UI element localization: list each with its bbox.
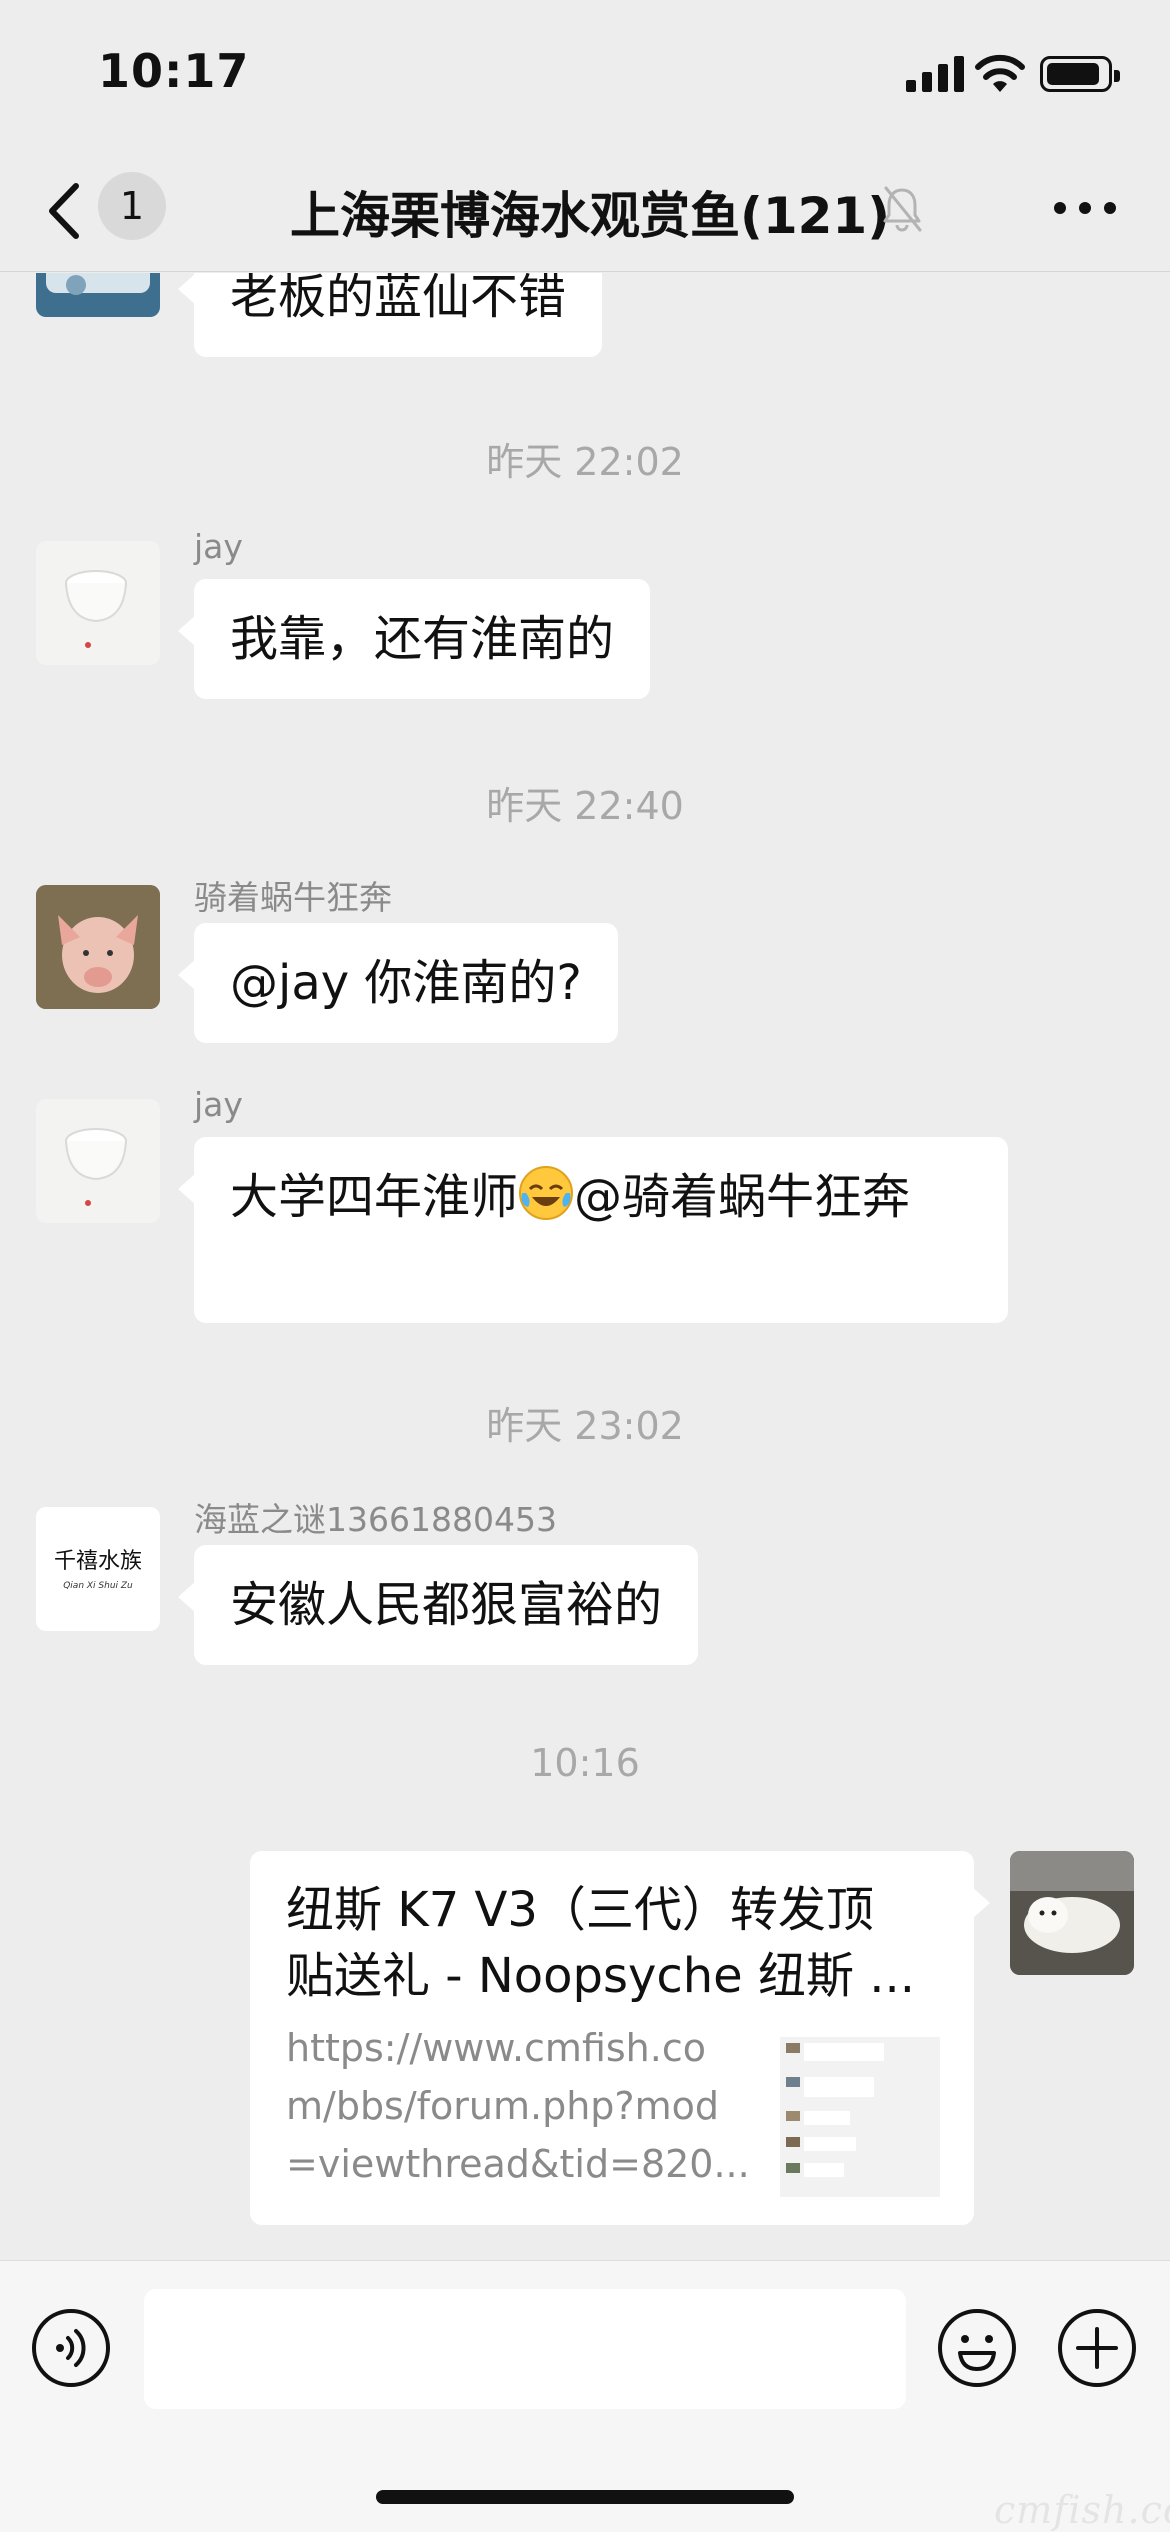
message-bubble[interactable]: 我靠，还有淮南的 <box>177 579 651 699</box>
avatar-logo-text: 千禧水族 <box>53 1549 142 1574</box>
message-list[interactable]: 老板的蓝仙不错 昨天 22:02 jay 我靠，还有淮南的 昨天 22:40 骑… <box>0 273 1170 2260</box>
link-url-line: m/bbs/forum.php?mod <box>286 2084 719 2128</box>
link-url-line: =viewthread&tid=820... <box>286 2142 750 2186</box>
avatar-jay[interactable] <box>36 1099 160 1223</box>
avatar[interactable] <box>36 273 160 317</box>
message-timestamp: 昨天 23:02 <box>486 1404 684 1448</box>
link-title-line1: 纽斯 K7 V3（三代）转发顶 <box>286 1882 874 1938</box>
cellular-signal-icon <box>906 56 964 92</box>
link-title-line2: 贴送礼 - Noopsyche 纽斯 ... <box>286 1948 915 2004</box>
voice-icon[interactable] <box>30 2307 112 2389</box>
status-time: 10:17 <box>98 44 250 98</box>
sender-name: jay <box>194 527 243 566</box>
wifi-icon <box>975 54 1025 92</box>
message-bubble[interactable]: @jay 你淮南的? <box>178 923 618 1043</box>
unread-count-badge[interactable]: 1 <box>98 172 166 240</box>
link-url: https://www.cmfish.co m/bbs/forum.php?mo… <box>286 2019 756 2193</box>
sender-name: 海蓝之谜13661880453 <box>194 1500 557 1539</box>
link-card-message[interactable]: 纽斯 K7 V3（三代）转发顶 贴送礼 - Noopsyche 纽斯 ... h… <box>250 1851 990 2225</box>
message-text: 大学四年淮师 <box>230 1169 519 1225</box>
chat-title: 上海栗博海水观赏鱼(121) <box>290 187 891 245</box>
status-bar: 10:17 <box>0 0 1170 150</box>
chat-header: 1 上海栗博海水观赏鱼(121) <box>0 150 1170 272</box>
home-indicator[interactable] <box>376 2490 794 2504</box>
message-bubble[interactable]: 老板的蓝仙不错 <box>177 273 603 357</box>
chevron-left-icon[interactable] <box>36 176 92 246</box>
avatar-logo-subtext: Qian Xi Shui Zu <box>63 1581 133 1591</box>
more-dots-icon[interactable] <box>1050 196 1120 220</box>
bell-slash-icon <box>883 186 922 232</box>
avatar-qianxi[interactable]: 千禧水族 Qian Xi Shui Zu <box>36 1507 160 1631</box>
sender-name: jay <box>194 1085 243 1124</box>
message-timestamp: 10:16 <box>530 1741 640 1785</box>
message-bubble[interactable]: 大学四年淮师 @骑着蜗牛狂奔 <box>178 1137 1008 1323</box>
watermark: cmfish.com <box>994 2488 1170 2532</box>
avatar-self[interactable] <box>1010 1851 1134 1975</box>
battery-icon <box>1040 56 1120 92</box>
smiley-icon[interactable] <box>936 2307 1018 2389</box>
message-bubble[interactable]: 安徽人民都狠富裕的 <box>177 1545 699 1665</box>
plus-circle-icon[interactable] <box>1056 2307 1138 2389</box>
message-mention: @骑着蜗牛狂奔 <box>574 1169 911 1225</box>
message-timestamp: 昨天 22:40 <box>486 784 684 828</box>
crying-laughing-emoji-icon <box>519 1166 574 1220</box>
message-input[interactable] <box>144 2289 906 2409</box>
avatar-jay[interactable] <box>36 541 160 665</box>
message-timestamp: 昨天 22:02 <box>486 440 684 484</box>
sender-name: 骑着蜗牛狂奔 <box>194 878 392 917</box>
link-url-line: https://www.cmfish.co <box>286 2026 706 2070</box>
link-thumbnail <box>780 2037 940 2197</box>
avatar-pig[interactable] <box>36 885 160 1009</box>
